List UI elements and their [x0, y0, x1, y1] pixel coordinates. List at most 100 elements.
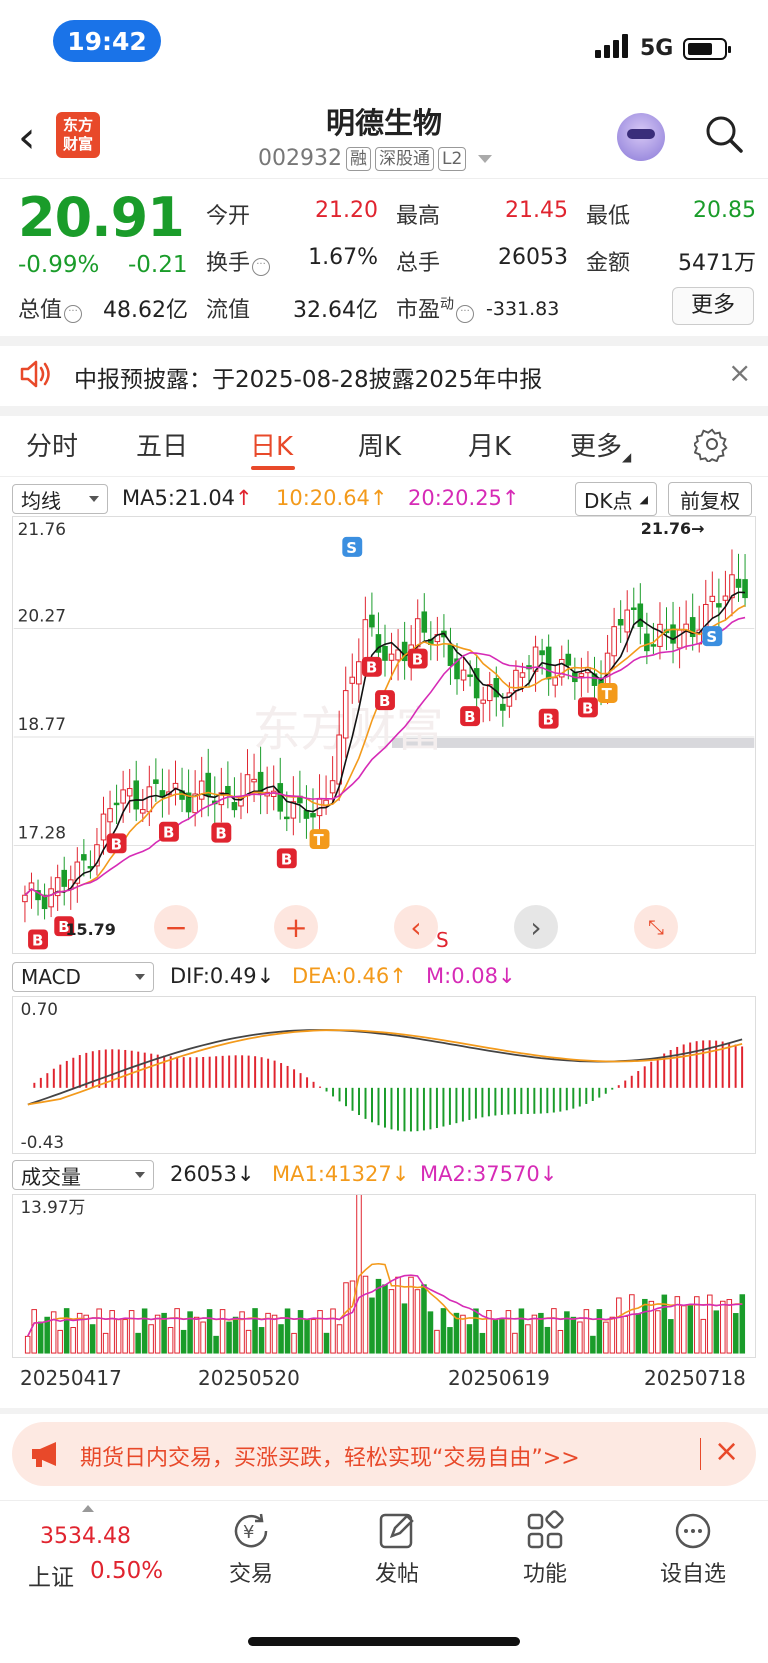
- volume-bar: [525, 1324, 531, 1354]
- kline-chart[interactable]: 东方财富 BBBBBBTSBBBBBBTS 21.76 20.27 18.77 …: [12, 516, 756, 954]
- dif-legend: DIF:0.49↓: [170, 964, 275, 988]
- assistant-robot-icon[interactable]: [617, 113, 665, 161]
- nav-functions[interactable]: 功能: [490, 1510, 600, 1588]
- tab-daily-k[interactable]: 日K: [250, 426, 293, 463]
- candle: [716, 603, 722, 608]
- adjust-button[interactable]: 前复权: [668, 482, 752, 516]
- candle: [100, 813, 107, 841]
- tab-five-day[interactable]: 五日: [136, 426, 188, 463]
- notice-text[interactable]: 中报预披露：于2025-08-28披露2025年中报: [74, 360, 542, 394]
- pe-value: -331.83: [486, 298, 560, 320]
- volume-bar: [681, 1305, 687, 1354]
- volume-bar: [408, 1276, 414, 1354]
- y-tick: 17.28: [18, 823, 66, 843]
- volume-bar: [382, 1284, 388, 1354]
- tag-connect: 深股通: [374, 146, 434, 171]
- candle: [670, 624, 676, 644]
- signal-marker-label: T: [314, 831, 325, 849]
- tab-more[interactable]: 更多◢: [570, 426, 631, 464]
- volume-bar: [148, 1324, 154, 1354]
- grid-icon: [527, 1510, 564, 1549]
- tab-monthly-k[interactable]: 月K: [468, 426, 511, 463]
- volume-bar: [648, 1300, 655, 1354]
- amount-label: 金额: [586, 251, 631, 276]
- volume-bar: [356, 1195, 362, 1354]
- zoom-in-button[interactable]: +: [274, 905, 318, 949]
- volume-chart[interactable]: 13.97万: [12, 1194, 756, 1358]
- volume-label: 总手: [396, 251, 441, 276]
- info-icon[interactable]: ···: [64, 305, 83, 323]
- vol-ma1-legend: MA1:41327↓: [272, 1162, 410, 1186]
- scroll-right-button[interactable]: ›: [514, 905, 558, 949]
- change-percent: -0.99%: [18, 252, 100, 278]
- volume-bar: [245, 1329, 252, 1354]
- candle: [356, 661, 362, 685]
- volume-bar: [505, 1310, 512, 1354]
- volume-bar: [486, 1310, 492, 1354]
- signal-marker-label: B: [111, 835, 122, 853]
- scroll-left-button[interactable]: ‹: [394, 905, 438, 949]
- sell-marker: S: [436, 928, 449, 952]
- volume-bar: [720, 1300, 726, 1354]
- volume-bar: [50, 1311, 57, 1354]
- candle: [539, 650, 545, 656]
- y-tick: -0.43: [21, 1132, 64, 1152]
- active-tab-indicator: [251, 466, 295, 470]
- volume-dropdown[interactable]: 成交量: [12, 1160, 154, 1190]
- nav-trade[interactable]: ¥ 交易: [196, 1510, 306, 1588]
- candle: [113, 802, 120, 806]
- info-icon[interactable]: ···: [252, 258, 271, 276]
- volume-bar: [252, 1308, 258, 1354]
- nav-add-watchlist[interactable]: 设自选: [638, 1510, 748, 1588]
- volume-bar: [232, 1316, 239, 1354]
- volume-bar: [388, 1289, 395, 1354]
- candle: [617, 618, 624, 626]
- ad-text[interactable]: 期货日内交易，买涨买跌，轻松实现“交易自由”>>: [80, 1440, 580, 1472]
- info-icon[interactable]: ···: [456, 305, 475, 323]
- candle: [146, 786, 153, 813]
- macd-chart[interactable]: 0.70 -0.43: [12, 996, 756, 1154]
- volume-bar: [668, 1319, 674, 1354]
- nav-post[interactable]: 发帖: [342, 1510, 452, 1588]
- more-button[interactable]: 更多: [672, 287, 754, 325]
- candle: [310, 813, 316, 818]
- volume-bar: [577, 1321, 583, 1354]
- dk-point-dropdown[interactable]: DK点 ◢: [575, 482, 657, 516]
- volume-bar: [70, 1327, 76, 1354]
- stock-subtitle[interactable]: 002932 融 深股通 L2: [258, 146, 493, 171]
- volume-bar: [570, 1316, 577, 1354]
- candle: [480, 699, 486, 704]
- chevron-down-icon: [135, 974, 145, 980]
- volume-bar: [96, 1308, 102, 1354]
- search-icon[interactable]: [704, 114, 744, 154]
- volume-bar: [336, 1324, 343, 1354]
- indicator-dropdown[interactable]: 均线: [12, 484, 108, 514]
- candle: [388, 653, 395, 661]
- caret-up-icon: [82, 1505, 94, 1512]
- candle: [722, 595, 729, 601]
- volume-bar: [642, 1298, 648, 1354]
- turnover-label: 换手 ···: [206, 245, 271, 277]
- close-icon[interactable]: ×: [728, 356, 751, 389]
- volume-bar: [323, 1332, 330, 1354]
- tab-intraday[interactable]: 分时: [26, 426, 78, 463]
- index-value[interactable]: 3534.48: [40, 1524, 131, 1549]
- macd-dropdown[interactable]: MACD: [12, 962, 154, 992]
- volume-bar: [291, 1332, 297, 1354]
- volume-bar: [284, 1308, 291, 1354]
- zoom-out-button[interactable]: −: [154, 905, 198, 949]
- gear-icon[interactable]: [694, 426, 730, 462]
- close-icon[interactable]: ×: [714, 1434, 739, 1469]
- volume-bar: [551, 1308, 557, 1354]
- candle: [244, 774, 251, 797]
- candle: [382, 645, 388, 661]
- volume-bar: [479, 1332, 486, 1354]
- candle: [552, 677, 558, 686]
- volume-bar: [434, 1329, 440, 1354]
- amount-value: 5471万: [678, 251, 756, 276]
- tab-weekly-k[interactable]: 周K: [358, 426, 401, 463]
- candle: [637, 603, 644, 627]
- fullscreen-icon[interactable]: ⤡: [634, 905, 678, 949]
- volume-bar: [622, 1315, 629, 1354]
- battery-icon: [683, 38, 731, 60]
